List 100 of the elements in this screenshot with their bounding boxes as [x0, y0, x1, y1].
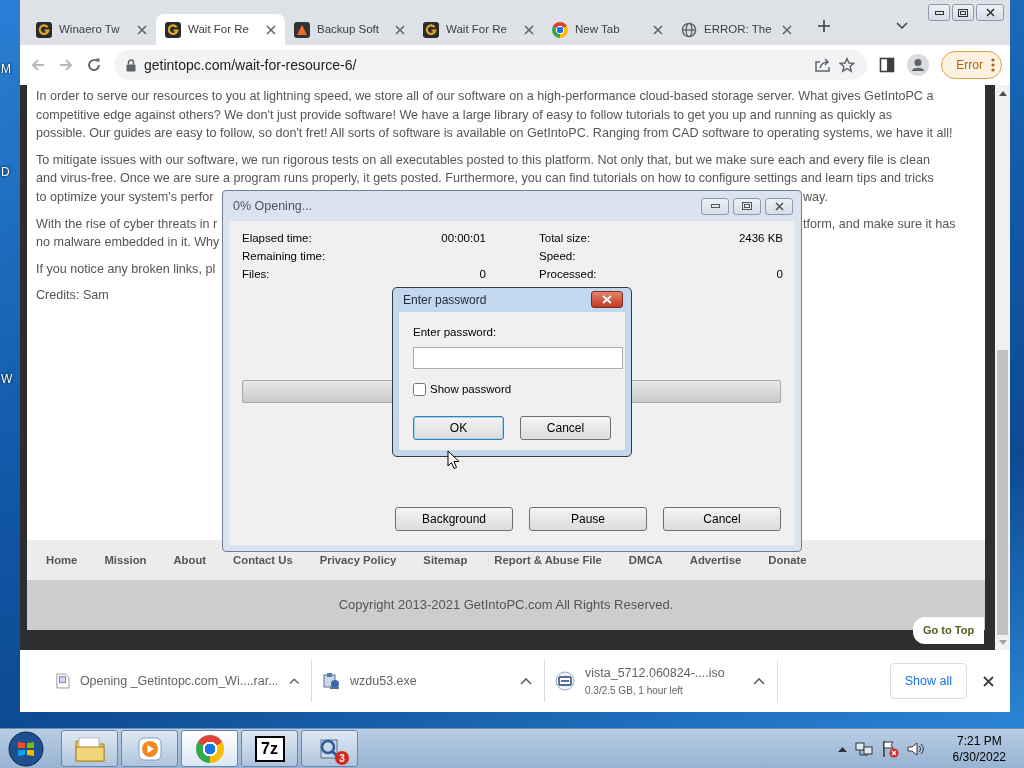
- paragraph-text: and virus-free. Once we are sure a program runs properly, it gets posted. Furthermore, you can find tutorials on how to configure settings and learn tips and tricks: [36, 171, 934, 186]
- browser-tab[interactable]: Wait For Re: [156, 14, 285, 45]
- taskbar-app-button[interactable]: 7z: [241, 730, 298, 767]
- address-bar[interactable]: getintopc.com/wait-for-resource-6/: [114, 50, 868, 80]
- download-file-name[interactable]: wzdu53.exe: [350, 671, 510, 691]
- show-password-checkbox[interactable]: [413, 382, 426, 396]
- desktop-icon-label: M: [1, 61, 11, 78]
- show-all-button[interactable]: Show all: [889, 662, 967, 700]
- mouse-cursor-icon: [447, 450, 460, 470]
- taskbar-app-button[interactable]: 3: [301, 730, 358, 767]
- notification-badge: 3: [335, 751, 349, 765]
- footer-link[interactable]: Home: [46, 551, 78, 569]
- network-icon[interactable]: [854, 740, 873, 757]
- error-button[interactable]: Error: [941, 51, 1002, 79]
- paragraph-text: possible. Our guides are easy to follow, so don't fret! All sorts of software is available on GetIntoPC. Ranging from CAD software to operating systems, we have it all!: [36, 126, 953, 141]
- paragraph-text: competitive edge against others? We don't just provide software! We have a large library of easy to follow tutorials to get you up and running as quickly as: [36, 107, 892, 122]
- paragraph-text: In order to serve our resources to you at lightning speed, we store all of our software on a high-performance cloud-based storage server. What gives GetIntoPC a: [36, 89, 934, 103]
- close-icon[interactable]: [395, 24, 405, 35]
- volume-icon[interactable]: [906, 740, 925, 757]
- copyright-text: Copyright 2013-2021 GetIntoPC.com All Rights Reserved.: [338, 596, 674, 615]
- browser-tab[interactable]: New Tab: [543, 14, 672, 45]
- start-button[interactable]: [6, 729, 46, 768]
- clock-time[interactable]: 7:21 PM: [952, 732, 1006, 749]
- minimize-button[interactable]: [701, 197, 729, 215]
- reload-icon[interactable]: [86, 57, 102, 73]
- browser-tab[interactable]: Winaero Tw: [27, 14, 156, 45]
- scroll-up-icon[interactable]: [998, 90, 1007, 96]
- field-label: Enter password:: [413, 324, 498, 340]
- dialog-button[interactable]: Pause: [529, 507, 647, 531]
- maximize-button[interactable]: [952, 4, 974, 21]
- close-button[interactable]: [591, 291, 623, 309]
- lock-icon: [126, 58, 136, 72]
- stat-value: 0: [776, 267, 783, 282]
- chevron-up-icon[interactable]: [288, 677, 299, 685]
- logo-icon: [423, 21, 439, 38]
- close-button[interactable]: [976, 4, 1004, 21]
- archive-app-logo: 7z: [254, 735, 285, 762]
- stat-label: Processed:: [539, 267, 597, 282]
- clock-date[interactable]: 6/30/2022: [952, 748, 1006, 765]
- dialog-button[interactable]: Cancel: [663, 507, 781, 531]
- footer-link[interactable]: Contact Us: [233, 551, 293, 569]
- dialog-button[interactable]: Background: [395, 507, 513, 531]
- paragraph-text: way.: [803, 188, 828, 206]
- scrollbar-thumb[interactable]: [997, 350, 1008, 635]
- dialog-button[interactable]: OK: [413, 416, 504, 440]
- footer-link[interactable]: Sitemap: [423, 551, 468, 569]
- chevron-down-icon[interactable]: [896, 21, 908, 30]
- show-hidden-icons-icon[interactable]: [837, 745, 847, 752]
- plus-icon[interactable]: [817, 18, 831, 33]
- chrome-icon: [195, 734, 224, 763]
- dialog-title: Enter password: [403, 291, 487, 309]
- paragraph-text: to optimize your system's perfor: [36, 188, 214, 206]
- close-icon[interactable]: [524, 24, 534, 35]
- profile-icon[interactable]: [907, 54, 930, 76]
- stat-label: Total size:: [539, 231, 591, 246]
- paragraph-text: If you notice any broken links, pl: [36, 261, 216, 276]
- close-button[interactable]: [765, 197, 793, 215]
- footer-link[interactable]: About: [173, 551, 207, 569]
- logo-icon: [36, 21, 52, 38]
- paragraph-text: To mitigate issues with our software, we run rigorous tests on all executables posted to this platform. Not only that, but we make sure each and every file is clean: [36, 152, 930, 167]
- password-field[interactable]: [413, 346, 623, 369]
- kebab-menu-icon: [991, 58, 995, 72]
- browser-tab[interactable]: Wait For Re: [414, 14, 543, 45]
- restore-icon: [958, 8, 968, 17]
- stat-value: 0: [479, 267, 486, 282]
- minimize-button[interactable]: [928, 4, 950, 21]
- flag-icon[interactable]: [880, 739, 899, 758]
- desktop-icon-label: W: [1, 371, 13, 388]
- browser-tab[interactable]: ERROR: The: [672, 14, 801, 45]
- stat-label: Elapsed time:: [242, 231, 312, 246]
- dialog-title: 0% Opening...: [233, 197, 314, 215]
- paragraph-text: Credits: Sam: [36, 288, 109, 303]
- chevron-up-icon[interactable]: [753, 677, 765, 685]
- stat-value: 2436 KB: [738, 231, 783, 246]
- chevron-up-icon[interactable]: [520, 677, 532, 685]
- close-icon[interactable]: [653, 24, 663, 35]
- taskbar-app-button[interactable]: [121, 730, 178, 767]
- footer-link[interactable]: DMCA: [628, 551, 663, 569]
- side-panel-icon[interactable]: [879, 57, 896, 73]
- download-file-name[interactable]: Opening _Getintopc.com_Wi....rar...: [79, 671, 279, 691]
- disc-image-icon: [555, 671, 575, 691]
- close-icon[interactable]: [983, 675, 994, 687]
- close-icon[interactable]: [782, 24, 792, 35]
- media-player-icon: [135, 734, 164, 763]
- footer-link[interactable]: Donate: [768, 551, 807, 569]
- taskbar-app-button[interactable]: [61, 730, 118, 767]
- taskbar-app-button[interactable]: [181, 730, 238, 767]
- dialog-button[interactable]: Cancel: [520, 416, 611, 440]
- close-icon[interactable]: [137, 24, 147, 35]
- footer-link[interactable]: Mission: [104, 551, 147, 569]
- share-icon[interactable]: [814, 57, 832, 73]
- maximize-button[interactable]: [733, 197, 761, 215]
- go-to-top-button[interactable]: Go to Top: [913, 617, 985, 644]
- footer-link[interactable]: Advertise: [689, 551, 742, 569]
- download-file-name[interactable]: vista_5712.060824-....iso: [585, 664, 743, 683]
- footer-link[interactable]: Privacy Policy: [319, 551, 397, 569]
- footer-link[interactable]: Report & Abuse File: [494, 551, 602, 569]
- browser-tab[interactable]: Backup Soft: [285, 14, 414, 45]
- star-icon[interactable]: [839, 57, 856, 73]
- close-icon[interactable]: [266, 24, 276, 35]
